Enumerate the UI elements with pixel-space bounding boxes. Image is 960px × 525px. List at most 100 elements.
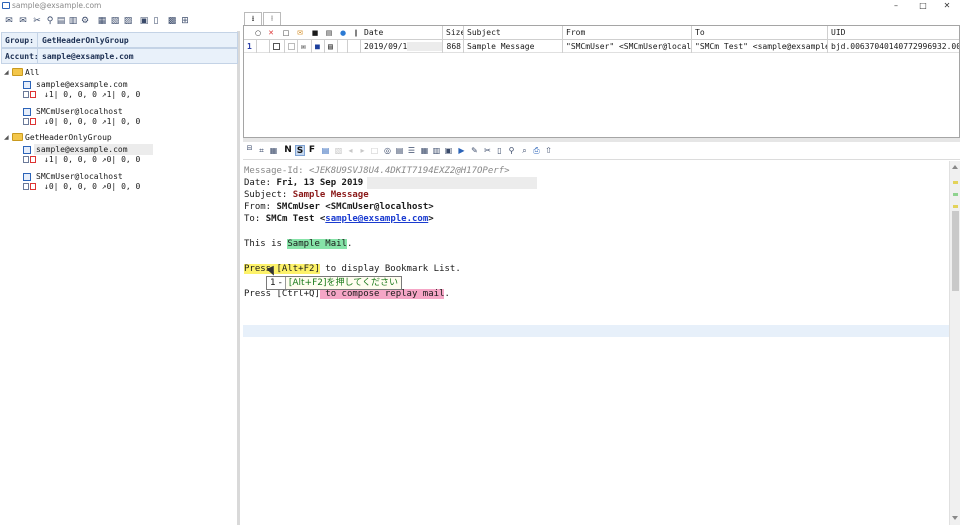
page-icon[interactable]: ▯	[495, 146, 504, 156]
tree-account-stats: ↓1| 0, 0, 0 ↗1| 0, 0	[44, 90, 141, 99]
download-icon[interactable]: ■	[311, 29, 319, 37]
normal-view-button[interactable]: N	[283, 145, 293, 156]
rebuild-icon[interactable]: ▥	[68, 16, 78, 26]
receive-mail-icon[interactable]: ✉	[4, 16, 14, 26]
doc-icon[interactable]: ▤	[325, 29, 333, 37]
read-state-cell[interactable]	[257, 40, 270, 53]
subject-label: Subject:	[244, 190, 288, 200]
collapse-toolbar-icon[interactable]: ⊟	[245, 143, 254, 153]
attachment-icon[interactable]: ∥	[352, 29, 360, 37]
zoom-icon[interactable]: ⌕	[520, 146, 529, 156]
close-view-icon[interactable]: ⊞	[180, 16, 190, 26]
read-state-icon[interactable]: ○	[254, 29, 262, 37]
collapse-group-toggle[interactable]: ◢	[4, 134, 9, 141]
body-text: .	[346, 239, 353, 249]
viewer-scrollbar[interactable]	[949, 161, 960, 525]
scroll-thumb[interactable]	[952, 211, 959, 291]
pane-right-icon[interactable]: ▯	[151, 16, 161, 26]
delete-mark-icon[interactable]: ✕	[267, 29, 275, 37]
document-icon[interactable]: ▤	[395, 146, 404, 156]
bookmark-marker	[953, 181, 958, 184]
date-value: Fri, 13 Sep 2019	[276, 178, 364, 188]
message-viewer[interactable]: Message-Id: <JEK8U9SVJ8U4.4DKIT7194EXZ2@…	[243, 161, 949, 525]
globe-icon[interactable]: ●	[339, 29, 347, 37]
col-subject[interactable]: Subject	[464, 26, 563, 40]
next-icon[interactable]: ▸	[358, 146, 367, 156]
source-view-button[interactable]: S	[295, 145, 305, 156]
link-icon[interactable]: ◎	[383, 146, 392, 156]
edit-icon[interactable]: ✎	[470, 146, 479, 156]
filter-icon[interactable]: ✂	[32, 16, 42, 26]
bookmark-tooltip: 1 - [Alt+F2]を押してください	[266, 276, 402, 290]
message-id-label: Message-Id:	[244, 166, 304, 176]
scroll-down-icon[interactable]	[952, 516, 958, 520]
prev-icon[interactable]: ◂	[346, 146, 355, 156]
tree-account-sample[interactable]: sample@exsample.com	[36, 80, 128, 89]
tree-account-smcmuser[interactable]: SMCmUser@localhost	[36, 107, 123, 116]
stop-icon[interactable]: □	[370, 146, 379, 156]
account-icon	[23, 173, 31, 181]
body-text: Press [Ctrl+Q]	[244, 289, 320, 299]
grid-icon[interactable]: ▦	[269, 146, 278, 156]
tree-folder-getheaderonly[interactable]: GetHeaderOnlyGroup	[25, 133, 112, 142]
account-value: sample@exsample.com	[37, 49, 138, 63]
account-icon	[23, 81, 31, 89]
body-text: to display Bookmark List.	[319, 264, 461, 274]
tab-outbox-icon[interactable]: ⭱	[263, 12, 281, 25]
save-icon[interactable]: ■	[312, 40, 325, 53]
from-value: SMCmUser <SMCmUser@localhost>	[276, 202, 434, 212]
account-label: Accunt:	[5, 52, 39, 61]
to-email-link[interactable]: sample@exsample.com	[325, 214, 428, 224]
tree-account-smcmuser-2[interactable]: SMCmUser@localhost	[36, 172, 123, 181]
col-size[interactable]: Size	[443, 26, 464, 40]
list-icon[interactable]: ☰	[407, 146, 416, 156]
envelope-icon[interactable]: ✉	[296, 29, 304, 37]
layout-b-icon[interactable]: ▧	[110, 16, 120, 26]
layout-a-icon[interactable]: ▦	[97, 16, 107, 26]
grid-view-icon[interactable]: ▩	[167, 16, 177, 26]
folder-open-icon[interactable]: ▤	[56, 16, 66, 26]
tooltip-number: 1 -	[267, 277, 286, 289]
header-icon[interactable]: ▤	[321, 146, 330, 156]
minimize-button[interactable]: –	[883, 0, 909, 11]
receive-all-icon[interactable]: ✉	[18, 16, 28, 26]
col-from[interactable]: From	[563, 26, 692, 40]
find-icon[interactable]: ⚲	[507, 146, 516, 156]
go-icon[interactable]: ▶	[457, 146, 466, 156]
tree-account-sample-selected[interactable]: sample@exsample.com	[36, 145, 128, 154]
col-to[interactable]: To	[692, 26, 828, 40]
date-label: Date:	[244, 178, 272, 188]
export-icon[interactable]: ⇧	[544, 146, 553, 156]
wrap-icon[interactable]: ⌗	[257, 146, 266, 156]
collapse-all-toggle[interactable]: ◢	[4, 69, 9, 76]
full-view-button[interactable]: F	[307, 145, 317, 156]
to-name: SMCm Test <	[265, 214, 326, 224]
group-row: Group: GetHeaderOnlyGroup	[1, 32, 238, 48]
tree-icon[interactable]: ▥	[432, 146, 441, 156]
tab-inbox-icon[interactable]: ⭳	[244, 12, 262, 25]
tree-folder-all[interactable]: All	[25, 68, 39, 77]
col-uid[interactable]: UID	[828, 26, 959, 40]
checkbox-cell[interactable]	[270, 40, 285, 53]
copy-icon[interactable]: ▧	[334, 146, 343, 156]
settings-icon[interactable]: ⚙	[80, 16, 90, 26]
scroll-up-icon[interactable]	[952, 165, 958, 169]
table-row[interactable]: 1 ✉ ■ ▤ 2019/09/13 868 Sample Message "S…	[244, 40, 959, 53]
image-icon[interactable]: ▣	[444, 146, 453, 156]
flag-cell[interactable]	[285, 40, 298, 53]
search-icon[interactable]: ⚲	[45, 16, 55, 26]
layout-c-icon[interactable]: ▨	[123, 16, 133, 26]
table-icon[interactable]: ▦	[420, 146, 429, 156]
pane-left-icon[interactable]: ▣	[139, 16, 149, 26]
close-button[interactable]: ✕	[934, 0, 960, 11]
account-icon	[23, 146, 31, 154]
flag-icon[interactable]: □	[282, 29, 290, 37]
bookmark-marker	[953, 205, 958, 208]
redacted-date	[367, 177, 538, 189]
scissors-icon[interactable]: ✂	[483, 146, 492, 156]
col-date[interactable]: Date	[361, 26, 443, 40]
bookmark-highlight[interactable]: Press [Alt+F2]	[244, 264, 320, 274]
maximize-button[interactable]: □	[910, 0, 936, 11]
print-icon[interactable]: ⎙	[532, 146, 541, 156]
from-line: From: SMCmUser <SMCmUser@localhost>	[244, 201, 434, 213]
